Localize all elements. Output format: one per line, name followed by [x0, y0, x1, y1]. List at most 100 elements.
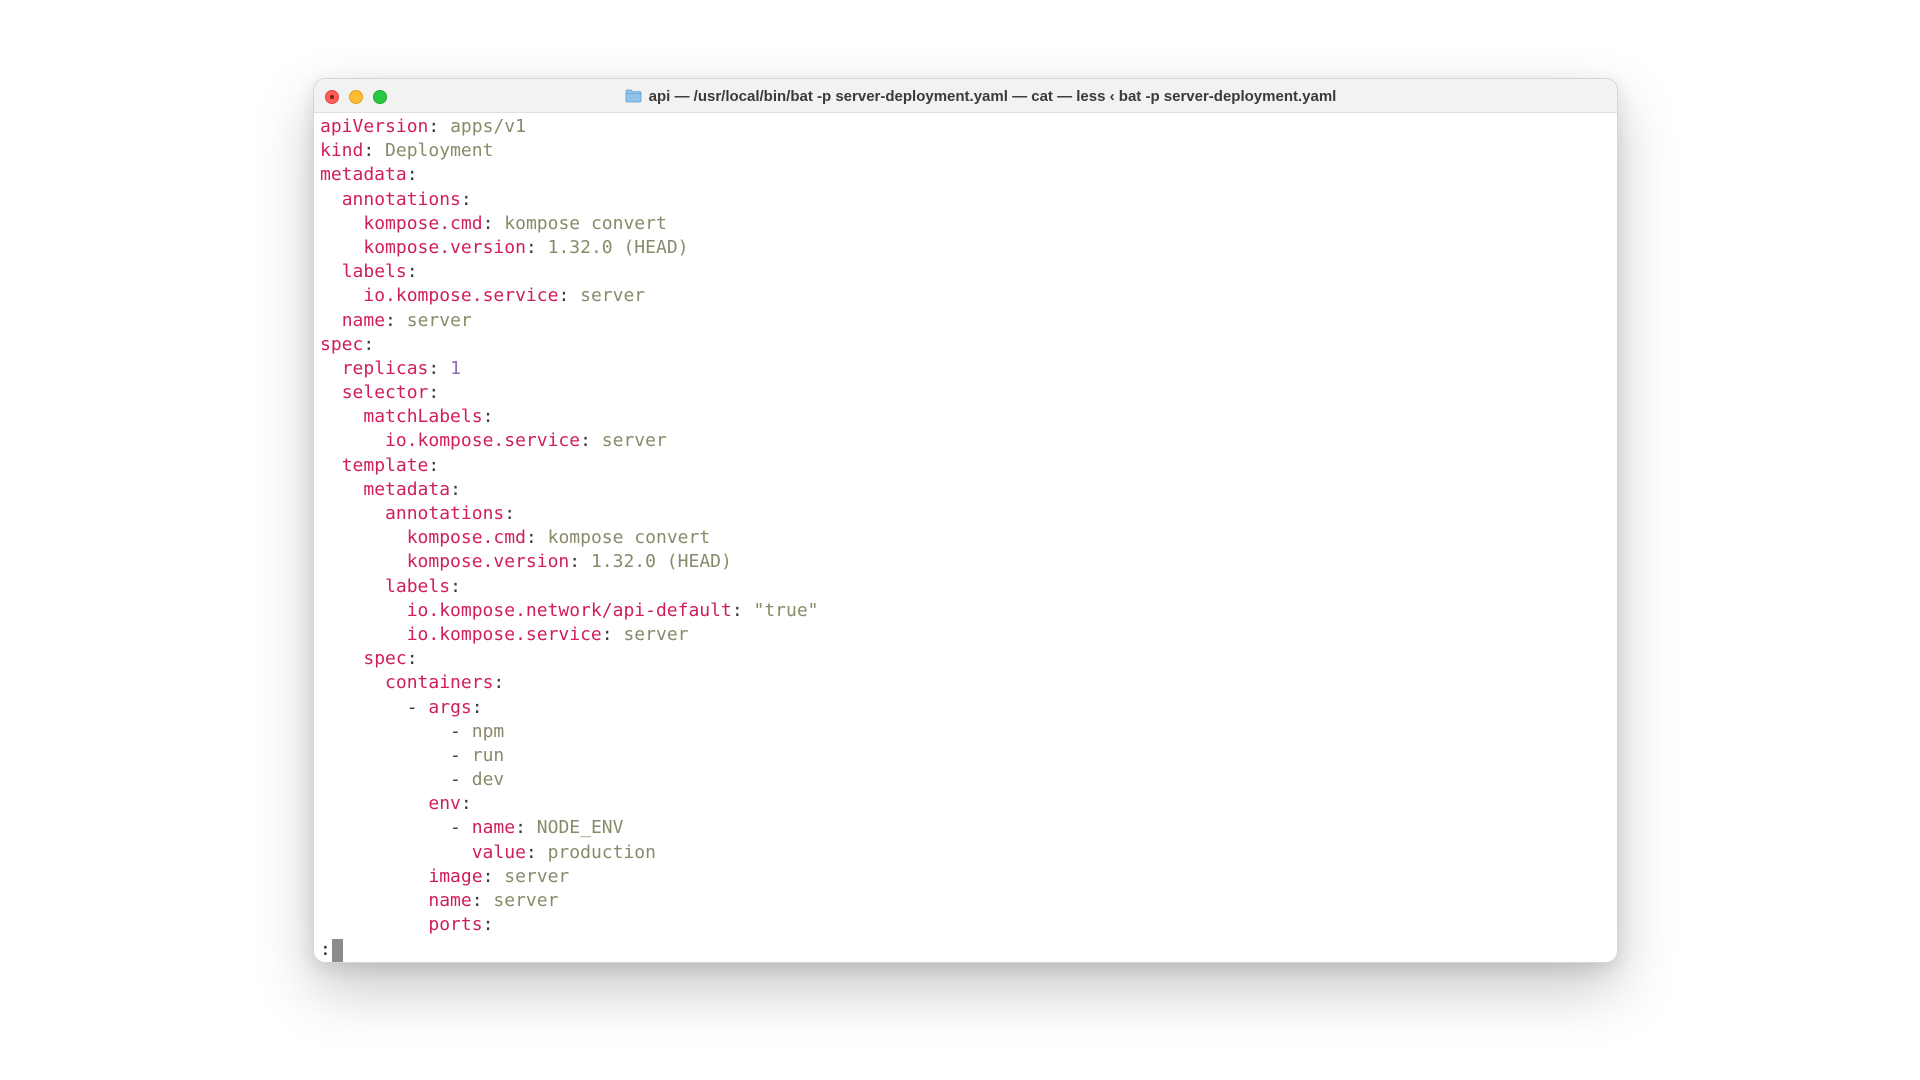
code-line: name: server: [320, 889, 1611, 913]
less-prompt-line[interactable]: :: [320, 937, 1611, 962]
yaml-punctuation: -: [450, 769, 472, 791]
yaml-key: annotations: [341, 188, 461, 210]
yaml-key: image: [428, 865, 483, 887]
yaml-key: io.kompose.service: [406, 623, 602, 645]
yaml-key: apiVersion: [320, 116, 429, 137]
code-line: kind: Deployment: [320, 139, 1611, 163]
yaml-punctuation: [320, 310, 342, 331]
yaml-key: kompose.cmd: [406, 527, 526, 549]
code-line: apiVersion: apps/v1: [320, 115, 1611, 139]
yaml-punctuation: [320, 842, 472, 863]
yaml-value: server: [504, 865, 570, 887]
yaml-key: metadata: [320, 164, 407, 186]
yaml-punctuation: [320, 817, 450, 838]
code-line: kompose.version: 1.32.0 (HEAD): [320, 550, 1611, 574]
yaml-punctuation: :: [558, 285, 581, 307]
yaml-key: io.kompose.service: [363, 285, 559, 307]
yaml-punctuation: [320, 576, 385, 597]
yaml-key: kompose.version: [406, 551, 570, 573]
yaml-punctuation: :: [569, 551, 591, 573]
yaml-key: io.kompose.network/api-default: [406, 599, 732, 621]
yaml-key: kompose.version: [363, 236, 526, 258]
yaml-punctuation: [320, 697, 407, 718]
yaml-punctuation: [320, 769, 450, 790]
yaml-key: name: [428, 890, 472, 911]
code-line: - npm: [320, 720, 1611, 744]
yaml-punctuation: :: [428, 382, 440, 404]
code-line: - run: [320, 744, 1611, 768]
yaml-punctuation: [320, 358, 342, 379]
yaml-key: io.kompose.service: [385, 430, 581, 452]
code-line: selector:: [320, 381, 1611, 405]
yaml-value: NODE_ENV: [536, 817, 624, 839]
yaml-punctuation: :: [428, 116, 451, 137]
code-line: image: server: [320, 865, 1611, 889]
yaml-value: production: [547, 841, 656, 863]
yaml-punctuation: :: [450, 478, 461, 500]
yaml-punctuation: [320, 382, 342, 403]
code-line: labels:: [320, 260, 1611, 284]
yaml-punctuation: [320, 455, 342, 476]
code-line: io.kompose.service: server: [320, 284, 1611, 308]
code-line: kompose.cmd: kompose convert: [320, 212, 1611, 236]
yaml-punctuation: [320, 479, 363, 500]
code-line: io.kompose.service: server: [320, 623, 1611, 647]
yaml-punctuation: :: [482, 914, 494, 936]
yaml-value: apps/v1: [450, 116, 526, 137]
code-line: - name: NODE_ENV: [320, 816, 1611, 840]
yaml-value: server: [623, 623, 689, 645]
yaml-punctuation: [320, 406, 363, 427]
window-title: api — /usr/local/bin/bat -p server-deplo…: [648, 87, 1337, 105]
yaml-key: metadata: [363, 478, 451, 500]
yaml-punctuation: [320, 430, 385, 451]
yaml-punctuation: :: [385, 309, 407, 331]
yaml-value: run: [471, 744, 505, 766]
yaml-punctuation: :: [471, 890, 494, 911]
yaml-value: server: [406, 309, 472, 331]
yaml-punctuation: :: [428, 454, 440, 476]
title-bar[interactable]: api — /usr/local/bin/bat -p server-deplo…: [314, 79, 1617, 113]
yaml-punctuation: :: [525, 841, 548, 863]
yaml-punctuation: :: [525, 236, 548, 258]
yaml-punctuation: :: [482, 406, 494, 428]
code-line: containers:: [320, 671, 1611, 695]
yaml-key: env: [428, 793, 461, 815]
window-title-area: api — /usr/local/bin/bat -p server-deplo…: [314, 79, 1617, 113]
yaml-punctuation: :: [471, 696, 483, 718]
code-line: spec:: [320, 647, 1611, 671]
yaml-key: selector: [341, 382, 429, 404]
yaml-punctuation: [320, 914, 428, 935]
code-line: replicas: 1: [320, 357, 1611, 381]
yaml-punctuation: [320, 189, 342, 210]
yaml-punctuation: :: [460, 188, 472, 210]
yaml-value: server: [601, 430, 667, 452]
code-line: annotations:: [320, 502, 1611, 526]
yaml-key: annotations: [385, 503, 505, 524]
code-line: - dev: [320, 768, 1611, 792]
folder-icon: [625, 89, 642, 103]
yaml-punctuation: [320, 672, 385, 693]
code-line: - args:: [320, 696, 1611, 720]
yaml-punctuation: [320, 503, 385, 524]
yaml-punctuation: [320, 600, 407, 621]
yaml-punctuation: [320, 551, 407, 572]
yaml-punctuation: -: [450, 720, 472, 742]
yaml-key: labels: [341, 261, 407, 283]
terminal-content[interactable]: apiVersion: apps/v1 kind: Deployment metad…: [320, 115, 1611, 962]
code-line: annotations:: [320, 188, 1611, 212]
yaml-value: server: [580, 285, 646, 307]
yaml-key: spec: [363, 648, 407, 670]
yaml-value: 1.32.0 (HEAD): [590, 551, 732, 573]
yaml-value: server: [493, 890, 559, 911]
yaml-punctuation: [320, 721, 450, 742]
yaml-key: value: [471, 841, 526, 863]
yaml-value: 1.32.0 (HEAD): [547, 236, 689, 258]
code-line: kompose.version: 1.32.0 (HEAD): [320, 236, 1611, 260]
yaml-punctuation: :: [363, 140, 386, 162]
yaml-key: kompose.cmd: [363, 212, 483, 234]
yaml-punctuation: -: [406, 696, 429, 718]
yaml-punctuation: :: [515, 817, 537, 839]
code-line: template:: [320, 454, 1611, 478]
yaml-value: npm: [471, 720, 505, 742]
yaml-punctuation: [320, 648, 363, 669]
